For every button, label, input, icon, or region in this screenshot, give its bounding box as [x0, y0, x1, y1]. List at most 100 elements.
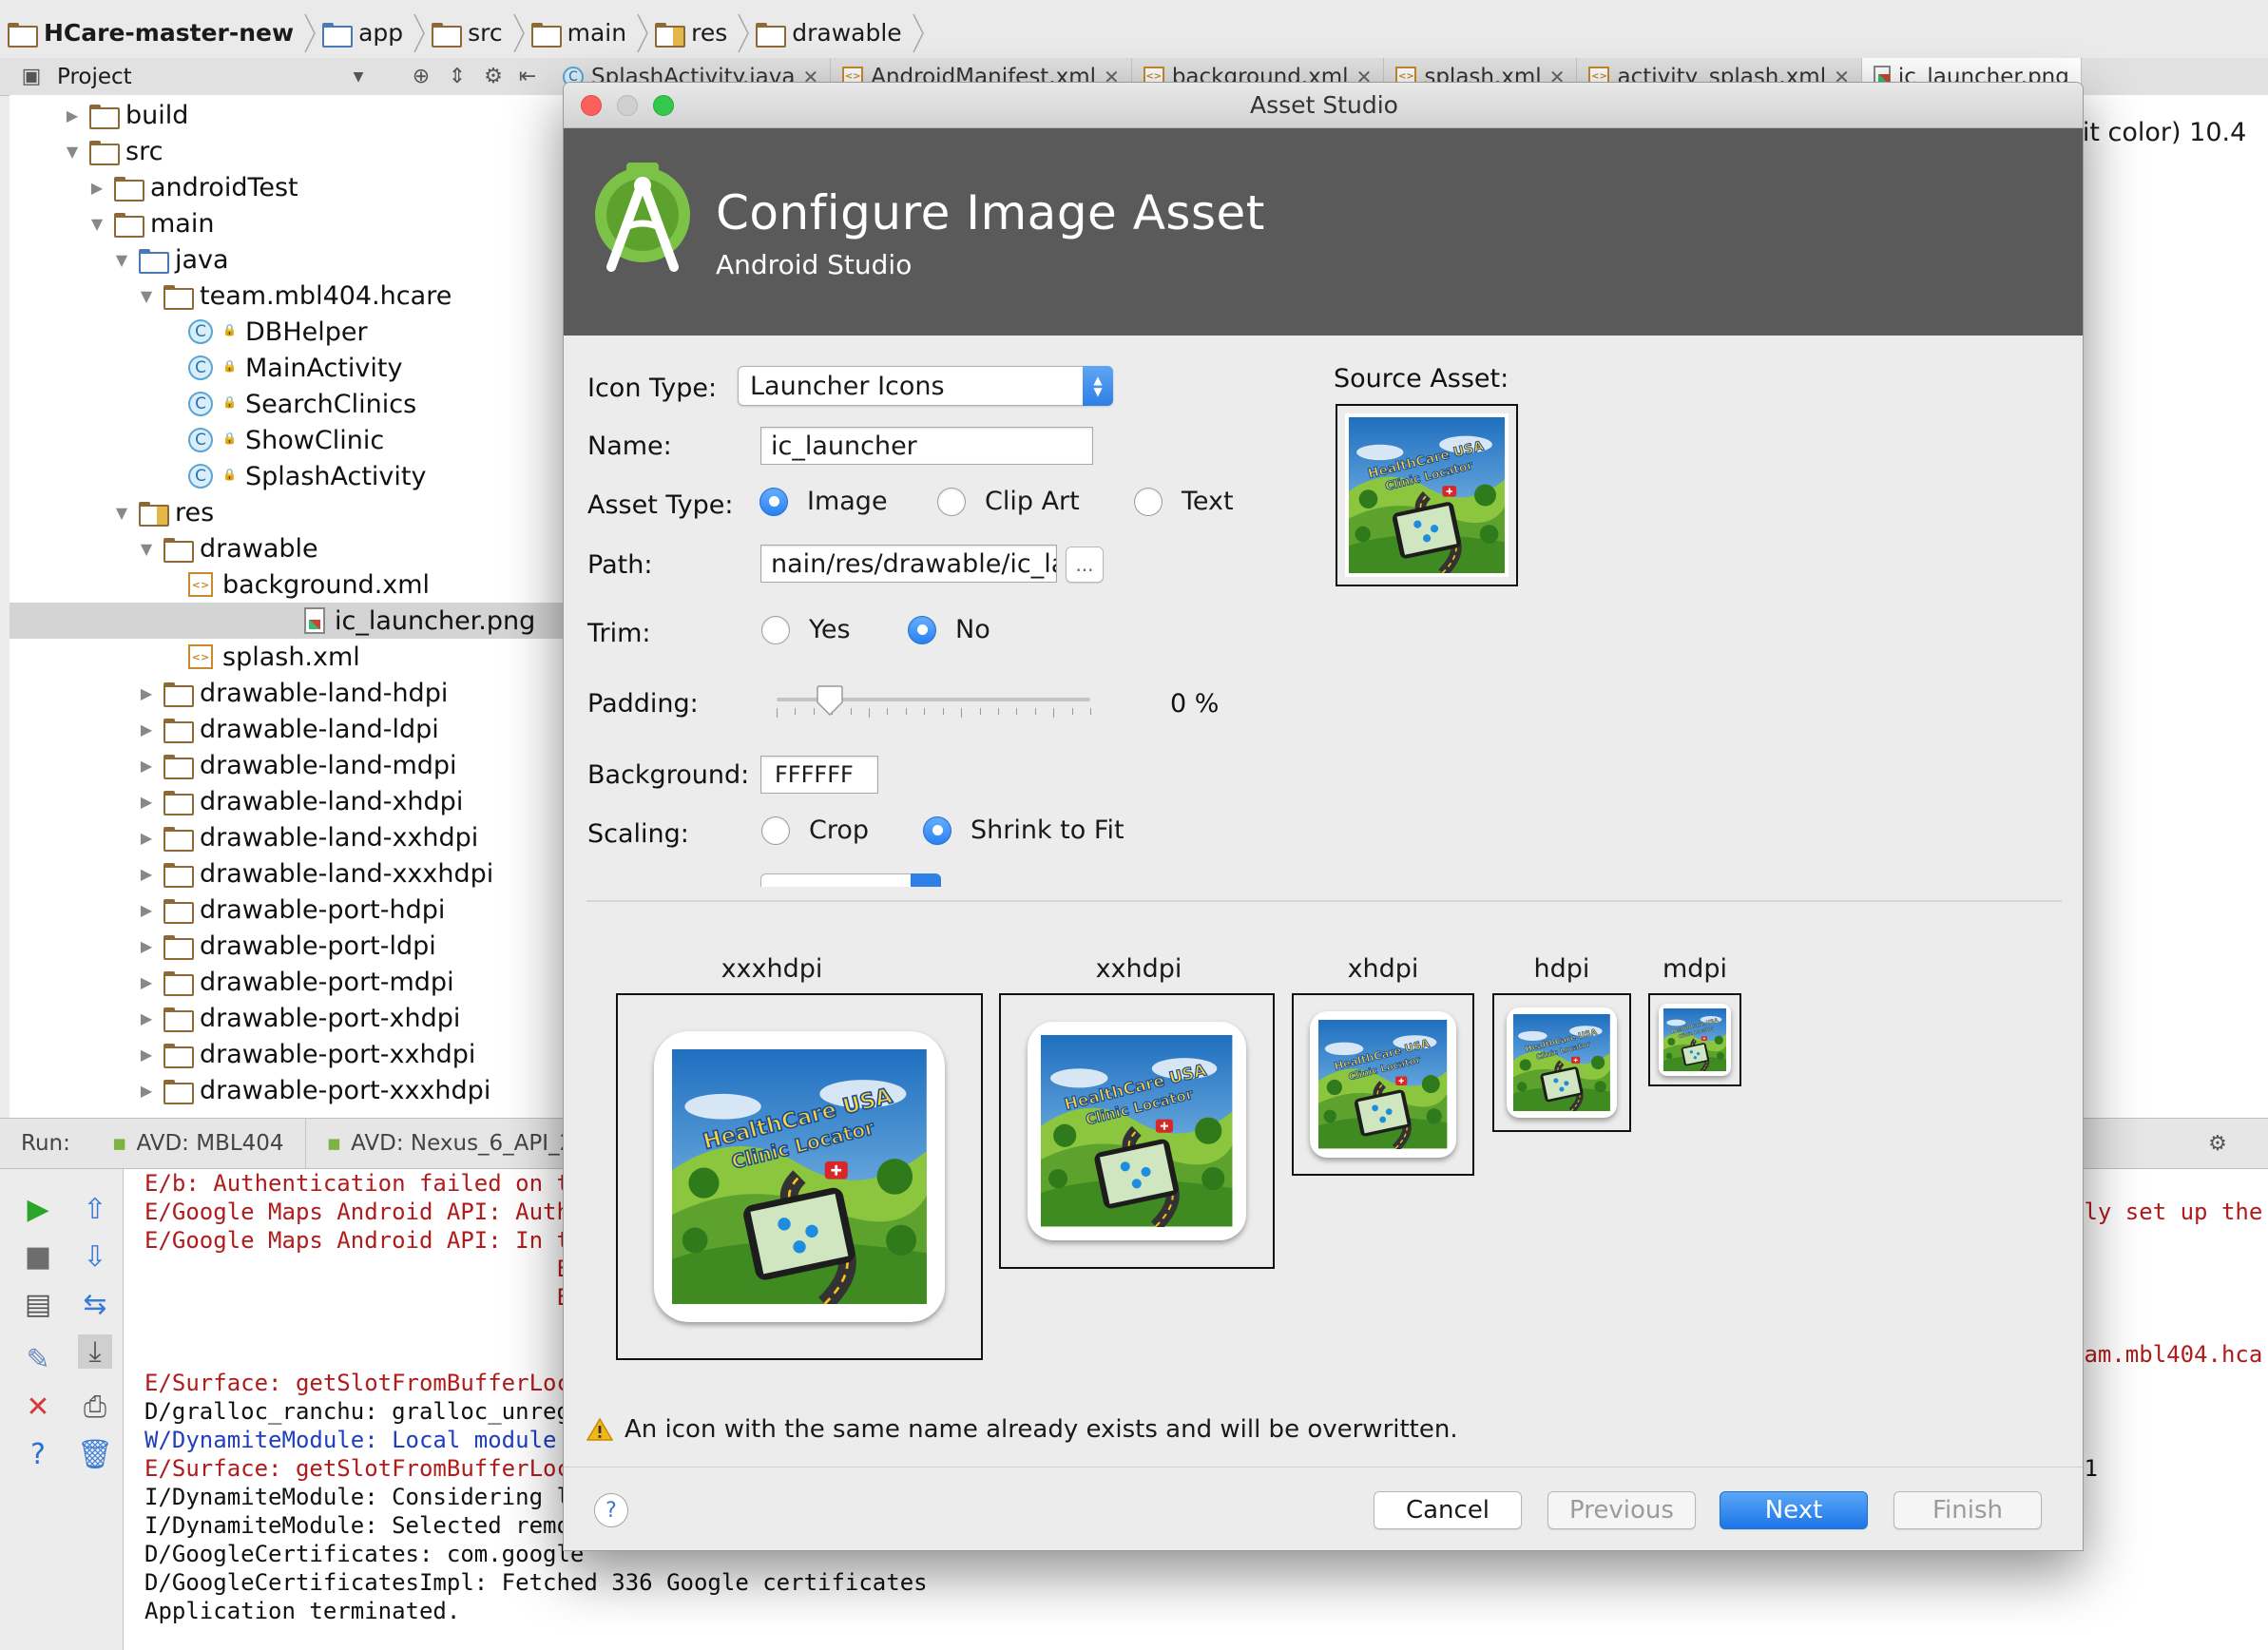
- tree-folder-item[interactable]: ▼ src: [65, 133, 163, 169]
- cancel-button[interactable]: Cancel: [1374, 1491, 1522, 1529]
- path-input[interactable]: nain/res/drawable/ic_launcher.png: [760, 545, 1057, 583]
- soft-wrap-icon[interactable]: ⇆: [78, 1287, 112, 1321]
- trash-icon[interactable]: 🗑: [77, 1437, 113, 1471]
- help-button[interactable]: ?: [594, 1493, 628, 1527]
- tree-file-item[interactable]: <> splash.xml: [163, 639, 360, 675]
- tree-folder-item[interactable]: ▶ drawable-port-xxxhdpi: [139, 1072, 490, 1108]
- stop-icon[interactable]: ■: [21, 1239, 55, 1274]
- collapsed-arrow-icon[interactable]: ▶: [139, 865, 154, 883]
- gear-icon[interactable]: ⚙: [481, 65, 506, 89]
- expanded-arrow-icon[interactable]: ▼: [89, 215, 105, 233]
- tree-class-item[interactable]: C 🔒 SplashActivity: [163, 458, 426, 494]
- close-icon[interactable]: ✕: [21, 1390, 55, 1424]
- expanded-arrow-icon[interactable]: ▼: [139, 287, 154, 305]
- expanded-arrow-icon[interactable]: ▼: [114, 251, 129, 269]
- slider-thumb[interactable]: [816, 685, 844, 716]
- tree-file-item[interactable]: <> background.xml: [163, 566, 430, 603]
- tree-folder-item[interactable]: ▶ build: [65, 97, 189, 133]
- tree-folder-item[interactable]: ▶ drawable-land-ldpi: [139, 711, 439, 747]
- zoom-window-button[interactable]: [653, 95, 674, 116]
- gear-icon[interactable]: ⚙: [2205, 1131, 2230, 1156]
- breadcrumb-item[interactable]: res: [649, 0, 737, 66]
- collapsed-arrow-icon[interactable]: ▶: [139, 901, 154, 919]
- tree-folder-item[interactable]: ▶ drawable-land-xxxhdpi: [139, 855, 493, 892]
- radio-button[interactable]: [908, 615, 936, 644]
- arrow-up-icon[interactable]: ⇧: [78, 1192, 112, 1226]
- rerun-icon[interactable]: ▶: [21, 1192, 55, 1226]
- tree-folder-item[interactable]: ▼ main: [89, 205, 215, 241]
- tree-folder-item[interactable]: ▼ drawable: [139, 530, 318, 566]
- collapsed-arrow-icon[interactable]: ▶: [139, 937, 154, 955]
- expanded-arrow-icon[interactable]: ▼: [65, 143, 80, 161]
- radio-yes[interactable]: Yes: [761, 615, 851, 644]
- tree-class-item[interactable]: C 🔒 DBHelper: [163, 314, 368, 350]
- tree-folder-item[interactable]: ▶ drawable-land-xxhdpi: [139, 819, 478, 855]
- run-tab[interactable]: ▪ AVD: MBL404: [91, 1119, 306, 1168]
- tree-folder-item[interactable]: ▶ drawable-port-xxhdpi: [139, 1036, 476, 1072]
- browse-path-button[interactable]: ...: [1066, 547, 1104, 583]
- collapsed-arrow-icon[interactable]: ▶: [139, 1046, 154, 1064]
- tree-file-item[interactable]: ic_launcher.png: [10, 603, 563, 639]
- pin-icon[interactable]: ✎: [21, 1342, 55, 1376]
- breadcrumb-item[interactable]: app: [317, 0, 413, 66]
- collapse-all-icon[interactable]: ⇕: [445, 65, 470, 89]
- tree-folder-item[interactable]: ▶ drawable-port-ldpi: [139, 928, 436, 964]
- tree-folder-item[interactable]: ▶ androidTest: [89, 169, 298, 205]
- radio-clip-art[interactable]: Clip Art: [937, 487, 1080, 516]
- tree-folder-item[interactable]: ▶ drawable-port-mdpi: [139, 964, 454, 1000]
- breadcrumb-item[interactable]: HCare-master-new: [2, 0, 303, 66]
- radio-image[interactable]: Image: [759, 487, 888, 516]
- radio-button[interactable]: [937, 487, 966, 516]
- tree-folder-item[interactable]: ▶ drawable-land-hdpi: [139, 675, 449, 711]
- radio-button[interactable]: [761, 615, 790, 644]
- arrow-down-icon[interactable]: ⇩: [78, 1239, 112, 1274]
- layout-icon[interactable]: ▤: [21, 1287, 55, 1321]
- finish-button[interactable]: Finish: [1893, 1491, 2042, 1529]
- tree-folder-item[interactable]: ▼ res: [114, 494, 214, 530]
- collapsed-arrow-icon[interactable]: ▶: [139, 793, 154, 811]
- tree-class-item[interactable]: C 🔒 MainActivity: [163, 350, 402, 386]
- radio-crop[interactable]: Crop: [761, 815, 869, 845]
- tree-folder-item[interactable]: ▼ team.mbl404.hcare: [139, 278, 452, 314]
- radio-button[interactable]: [759, 487, 788, 516]
- minimize-window-button[interactable]: [617, 95, 638, 116]
- tree-folder-item[interactable]: ▶ drawable-land-mdpi: [139, 747, 457, 783]
- collapsed-arrow-icon[interactable]: ▶: [139, 1009, 154, 1027]
- previous-button[interactable]: Previous: [1547, 1491, 1696, 1529]
- scroll-to-end-icon[interactable]: ⤓: [78, 1334, 112, 1369]
- scroll-from-source-icon[interactable]: ⊕: [409, 65, 433, 89]
- collapsed-arrow-icon[interactable]: ▶: [139, 829, 154, 847]
- collapsed-arrow-icon[interactable]: ▶: [89, 179, 105, 197]
- padding-slider[interactable]: [777, 685, 1091, 727]
- tree-folder-item[interactable]: ▶ drawable-port-hdpi: [139, 892, 446, 928]
- expanded-arrow-icon[interactable]: ▼: [139, 540, 154, 558]
- help-icon[interactable]: ?: [21, 1437, 55, 1471]
- collapsed-arrow-icon[interactable]: ▶: [139, 1082, 154, 1100]
- collapsed-arrow-icon[interactable]: ▶: [139, 973, 154, 991]
- collapsed-arrow-icon[interactable]: ▶: [139, 684, 154, 702]
- radio-button[interactable]: [761, 815, 790, 845]
- breadcrumb-item[interactable]: main: [526, 0, 636, 66]
- breadcrumb-item[interactable]: drawable: [750, 0, 911, 66]
- tree-class-item[interactable]: C 🔒 SearchClinics: [163, 386, 416, 422]
- collapsed-arrow-icon[interactable]: ▶: [139, 757, 154, 775]
- tree-folder-item[interactable]: ▶ drawable-land-xhdpi: [139, 783, 463, 819]
- expanded-arrow-icon[interactable]: ▼: [114, 504, 129, 522]
- collapsed-arrow-icon[interactable]: ▶: [139, 720, 154, 739]
- tree-folder-item[interactable]: ▶ drawable-port-xhdpi: [139, 1000, 461, 1036]
- radio-shrink-to-fit[interactable]: Shrink to Fit: [923, 815, 1124, 845]
- project-view-dropdown[interactable]: ▣ Project ▼: [0, 65, 409, 89]
- icon-type-select[interactable]: Launcher Icons ▲ ▼: [738, 366, 1113, 406]
- tree-class-item[interactable]: C 🔒 ShowClinic: [163, 422, 384, 458]
- radio-no[interactable]: No: [908, 615, 990, 644]
- background-color-input[interactable]: FFFFFF: [760, 756, 878, 794]
- radio-button[interactable]: [1134, 487, 1163, 516]
- close-window-button[interactable]: [581, 95, 602, 116]
- next-button[interactable]: Next: [1720, 1491, 1868, 1529]
- print-icon[interactable]: ⎙: [78, 1390, 112, 1424]
- collapsed-arrow-icon[interactable]: ▶: [65, 106, 80, 125]
- radio-button[interactable]: [923, 815, 951, 845]
- name-input[interactable]: ic_launcher: [760, 427, 1093, 465]
- radio-text[interactable]: Text: [1134, 487, 1234, 516]
- hide-panel-icon[interactable]: ⇤: [515, 65, 540, 89]
